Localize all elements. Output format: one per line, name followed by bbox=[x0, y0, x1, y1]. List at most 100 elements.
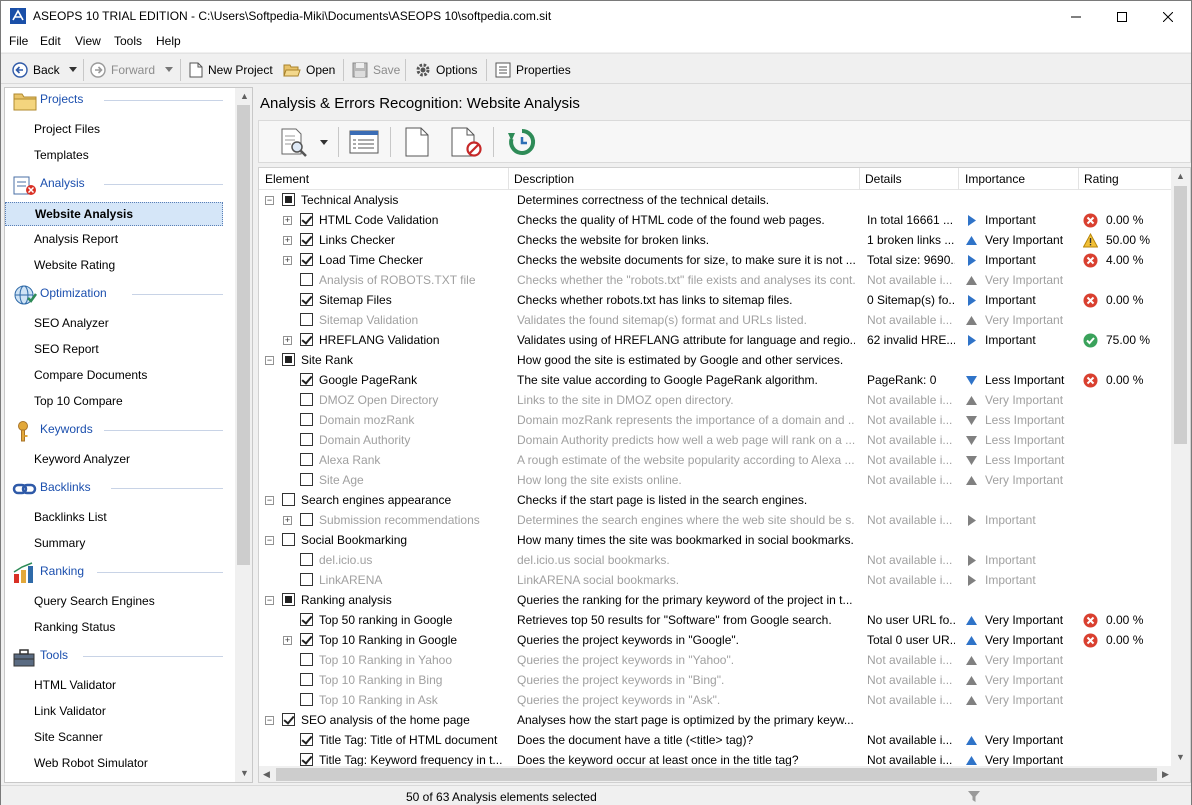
sidebar-item-project-files[interactable]: Project Files bbox=[5, 118, 223, 142]
sidebar-item-pagerank-calculator[interactable]: PageRank Calculator bbox=[5, 778, 223, 782]
column-divider[interactable] bbox=[958, 168, 959, 190]
expand-icon[interactable]: + bbox=[283, 236, 292, 245]
column-header-details[interactable]: Details bbox=[865, 172, 902, 186]
element-checkbox[interactable] bbox=[300, 313, 313, 326]
sidebar-item-website-rating[interactable]: Website Rating bbox=[5, 254, 223, 278]
table-row[interactable]: − Ranking analysis Queries the ranking for… bbox=[259, 590, 1171, 610]
sidebar-scrollbar[interactable]: ▲ ▼ bbox=[235, 88, 252, 782]
element-checkbox[interactable] bbox=[300, 613, 313, 626]
element-checkbox[interactable] bbox=[300, 233, 313, 246]
sidebar-item-summary[interactable]: Summary bbox=[5, 532, 223, 556]
scroll-down-icon[interactable]: ▼ bbox=[1176, 752, 1185, 762]
grid-hscroll-thumb[interactable] bbox=[276, 768, 1157, 781]
sidebar-group-backlinks[interactable]: Backlinks bbox=[5, 477, 235, 501]
expand-icon[interactable]: + bbox=[283, 336, 292, 345]
table-row[interactable]: Top 50 ranking in Google Retrieves top 50… bbox=[259, 610, 1171, 630]
element-list-button[interactable] bbox=[347, 126, 381, 158]
scroll-up-icon[interactable]: ▲ bbox=[240, 91, 249, 101]
table-row[interactable]: Title Tag: Title of HTML document Does th… bbox=[259, 730, 1171, 750]
column-divider[interactable] bbox=[859, 168, 860, 190]
close-button[interactable] bbox=[1145, 1, 1191, 32]
scroll-right-icon[interactable]: ▶ bbox=[1162, 769, 1169, 780]
sidebar-item-website-analysis[interactable]: Website Analysis bbox=[5, 202, 223, 226]
table-row[interactable]: Top 10 Ranking in Yahoo Queries the proje… bbox=[259, 650, 1171, 670]
column-header-rating[interactable]: Rating bbox=[1084, 172, 1119, 186]
element-checkbox[interactable] bbox=[282, 353, 295, 366]
table-row[interactable]: Sitemap Files Checks whether robots.txt h… bbox=[259, 290, 1171, 310]
menu-help[interactable]: Help bbox=[156, 34, 181, 48]
element-checkbox[interactable] bbox=[300, 213, 313, 226]
sidebar-group-projects[interactable]: Projects bbox=[5, 89, 235, 113]
element-checkbox[interactable] bbox=[282, 593, 295, 606]
sidebar-item-html-validator[interactable]: HTML Validator bbox=[5, 674, 223, 698]
new-project-button[interactable]: New Project bbox=[189, 59, 273, 80]
table-row[interactable]: Site Age How long the site exists online.… bbox=[259, 470, 1171, 490]
element-checkbox[interactable] bbox=[300, 513, 313, 526]
collapse-icon[interactable]: − bbox=[265, 716, 274, 725]
table-row[interactable]: − Search engines appearance Checks if the … bbox=[259, 490, 1171, 510]
element-checkbox[interactable] bbox=[300, 253, 313, 266]
sidebar-item-seo-analyzer[interactable]: SEO Analyzer bbox=[5, 312, 223, 336]
table-row[interactable]: Analysis of ROBOTS.TXT file Checks whethe… bbox=[259, 270, 1171, 290]
element-checkbox[interactable] bbox=[300, 453, 313, 466]
element-checkbox[interactable] bbox=[300, 393, 313, 406]
element-checkbox[interactable] bbox=[300, 473, 313, 486]
menu-tools[interactable]: Tools bbox=[114, 34, 142, 48]
column-header-description[interactable]: Description bbox=[514, 172, 574, 186]
back-button[interactable]: Back bbox=[12, 59, 60, 80]
sidebar-item-backlinks-list[interactable]: Backlinks List bbox=[5, 506, 223, 530]
element-checkbox[interactable] bbox=[300, 333, 313, 346]
element-checkbox[interactable] bbox=[300, 733, 313, 746]
table-row[interactable]: − Site Rank How good the site is estimated… bbox=[259, 350, 1171, 370]
collapse-icon[interactable]: − bbox=[265, 356, 274, 365]
sidebar-item-analysis-report[interactable]: Analysis Report bbox=[5, 228, 223, 252]
sidebar-group-ranking[interactable]: Ranking bbox=[5, 561, 235, 585]
options-button[interactable]: Options bbox=[415, 59, 477, 80]
collapse-icon[interactable]: − bbox=[265, 536, 274, 545]
scroll-left-icon[interactable]: ◀ bbox=[263, 769, 270, 780]
forward-button[interactable]: Forward bbox=[90, 59, 155, 80]
element-checkbox[interactable] bbox=[300, 633, 313, 646]
sidebar-item-top-10-compare[interactable]: Top 10 Compare bbox=[5, 390, 223, 414]
sidebar-item-templates[interactable]: Templates bbox=[5, 144, 223, 168]
open-button[interactable]: Open bbox=[283, 59, 335, 80]
minimize-button[interactable] bbox=[1053, 1, 1099, 32]
scroll-down-icon[interactable]: ▼ bbox=[240, 768, 249, 778]
element-checkbox[interactable] bbox=[300, 293, 313, 306]
table-row[interactable]: + Submission recommendations Determines th… bbox=[259, 510, 1171, 530]
element-checkbox[interactable] bbox=[282, 493, 295, 506]
table-row[interactable]: LinkARENA LinkARENA social bookmarks. Not … bbox=[259, 570, 1171, 590]
sidebar-group-keywords[interactable]: Keywords bbox=[5, 419, 235, 443]
forward-dropdown[interactable] bbox=[165, 59, 178, 80]
collapse-icon[interactable]: − bbox=[265, 196, 274, 205]
table-row[interactable]: Domain mozRank Domain mozRank represents … bbox=[259, 410, 1171, 430]
column-header-importance[interactable]: Importance bbox=[965, 172, 1025, 186]
expand-icon[interactable]: + bbox=[283, 516, 292, 525]
table-row[interactable]: Top 10 Ranking in Ask Queries the project… bbox=[259, 690, 1171, 710]
table-row[interactable]: + Links Checker Checks the website for bro… bbox=[259, 230, 1171, 250]
expand-icon[interactable]: + bbox=[283, 216, 292, 225]
table-row[interactable]: + HTML Code Validation Checks the quality … bbox=[259, 210, 1171, 230]
element-checkbox[interactable] bbox=[282, 713, 295, 726]
grid-vertical-scrollbar[interactable]: ▲ ▼ bbox=[1171, 168, 1190, 766]
expand-icon[interactable]: + bbox=[283, 256, 292, 265]
menu-file[interactable]: File bbox=[9, 34, 28, 48]
expand-icon[interactable]: + bbox=[283, 636, 292, 645]
sidebar-group-tools[interactable]: Tools bbox=[5, 645, 235, 669]
grid-scroll-thumb[interactable] bbox=[1174, 186, 1187, 444]
column-divider[interactable] bbox=[1078, 168, 1079, 190]
collapse-icon[interactable]: − bbox=[265, 496, 274, 505]
clear-analysis-button[interactable] bbox=[450, 126, 484, 158]
new-analysis-button[interactable] bbox=[402, 126, 432, 158]
table-row[interactable]: − SEO analysis of the home page Analyses h… bbox=[259, 710, 1171, 730]
sidebar-item-site-scanner[interactable]: Site Scanner bbox=[5, 726, 223, 750]
back-dropdown[interactable] bbox=[69, 59, 82, 80]
sidebar-item-ranking-status[interactable]: Ranking Status bbox=[5, 616, 223, 640]
table-row[interactable]: − Social Bookmarking How many times the si… bbox=[259, 530, 1171, 550]
table-row[interactable]: + Top 10 Ranking in Google Queries the pro… bbox=[259, 630, 1171, 650]
properties-button[interactable]: Properties bbox=[495, 59, 571, 80]
table-row[interactable]: Sitemap Validation Validates the found si… bbox=[259, 310, 1171, 330]
menu-view[interactable]: View bbox=[75, 34, 101, 48]
table-row[interactable]: Alexa Rank A rough estimate of the websit… bbox=[259, 450, 1171, 470]
element-checkbox[interactable] bbox=[300, 433, 313, 446]
